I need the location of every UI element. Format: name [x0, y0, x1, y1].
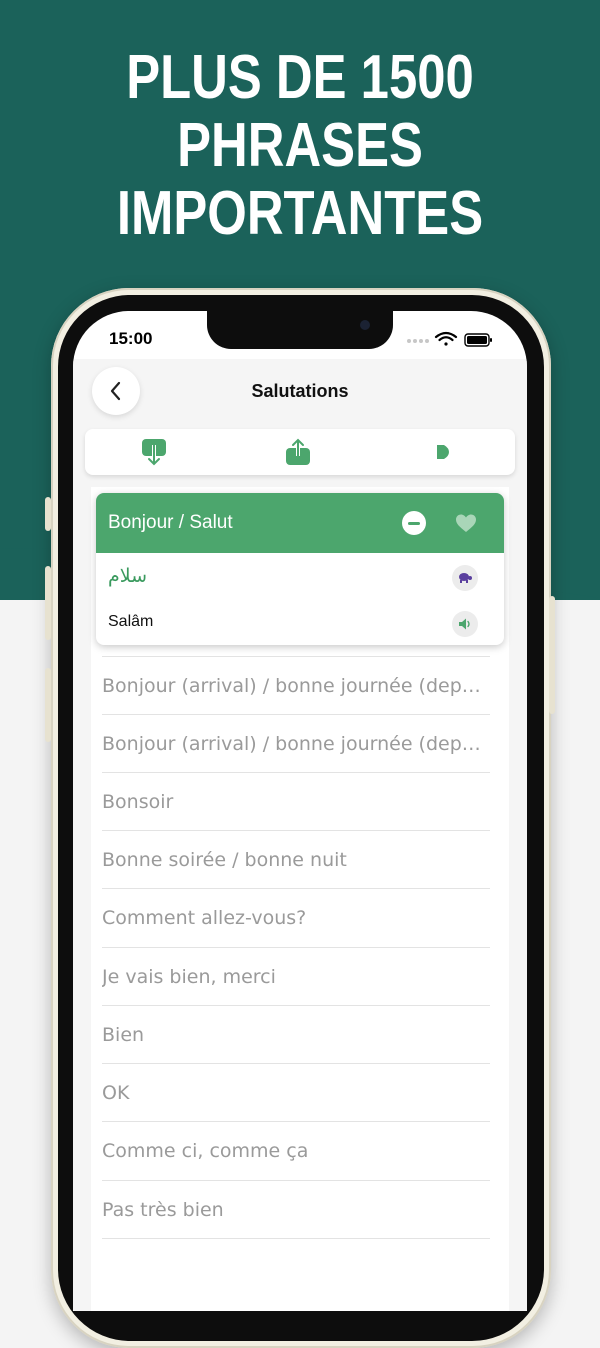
remove-icon — [408, 521, 420, 525]
play-button[interactable] — [427, 437, 457, 467]
phone-volume-down — [45, 668, 51, 742]
phone-volume-up — [45, 566, 51, 640]
phrase-row[interactable]: Bonne soirée / bonne nuit — [102, 830, 490, 889]
battery-icon — [464, 333, 492, 347]
transliteration: Salâm — [108, 613, 154, 630]
phrase-text: Bonne soirée / bonne nuit — [102, 849, 347, 871]
phrase-row[interactable]: Bien — [102, 1005, 490, 1064]
favorite-heart-icon[interactable] — [454, 511, 478, 535]
headline-line-1: PLUS DE 1500 — [126, 43, 474, 112]
page-title: Salutations — [251, 381, 349, 401]
notch — [207, 311, 393, 349]
phrase-text: Comment allez-vous? — [102, 907, 307, 929]
phone-power-button — [549, 596, 555, 714]
slow-audio-button[interactable] — [452, 565, 478, 591]
phrase-row[interactable]: Bonsoir — [102, 772, 490, 831]
wifi-icon — [434, 331, 458, 346]
slow-speed-turtle-icon — [459, 573, 472, 583]
signal-dots-icon — [407, 339, 429, 343]
phrase-text: Bonjour (arrival) / bonne journée (dep… — [102, 675, 481, 697]
play-audio-button[interactable] — [452, 611, 478, 637]
headline-line-3: IMPORTANTES — [116, 179, 484, 248]
status-icons — [403, 331, 503, 347]
phrase-text: Comme ci, comme ça — [102, 1140, 309, 1162]
phrase-row[interactable]: OK — [102, 1063, 490, 1122]
phrase-row[interactable]: Comment allez-vous? — [102, 888, 490, 947]
phrase-row[interactable]: Je vais bien, merci — [102, 947, 490, 1006]
phrase-text: OK — [102, 1082, 130, 1104]
download-icon — [142, 439, 166, 466]
phrase-row-divider — [102, 1238, 490, 1249]
status-time: 15:00 — [109, 329, 153, 348]
phrase-text: Bonsoir — [102, 791, 174, 813]
selected-phrase-header[interactable]: Bonjour / Salut — [96, 493, 504, 553]
phrase-text: Bonjour (arrival) / bonne journée (dep… — [102, 733, 481, 755]
speaker-icon — [459, 618, 470, 630]
phrase-row[interactable]: Comme ci, comme ça — [102, 1121, 490, 1180]
front-camera — [360, 320, 370, 330]
phrase-row[interactable]: Bonjour (arrival) / bonne journée (dep… — [102, 714, 490, 773]
download-button[interactable] — [139, 437, 169, 467]
phrase-row[interactable]: Bonjour (arrival) / bonne journée (dep… — [102, 656, 490, 715]
phrase-text: Pas très bien — [102, 1199, 224, 1221]
phrase-text: Je vais bien, merci — [102, 966, 276, 988]
phone-side-button — [45, 497, 51, 531]
remove-button[interactable] — [402, 511, 426, 535]
play-icon — [437, 445, 449, 459]
share-icon — [286, 438, 310, 465]
selected-phrase-card[interactable]: Bonjour / Salut سلام Salâm — [96, 493, 504, 645]
headline-line-2: PHRASES — [177, 111, 423, 180]
phone-screen: 15:00 Salutations Bonjour / Salut سلام S… — [73, 311, 527, 1311]
action-toolbar — [85, 429, 515, 475]
phrase-row[interactable]: Pas très bien — [102, 1180, 490, 1239]
share-button[interactable] — [283, 437, 313, 467]
arabic-phrase: سلام — [108, 565, 148, 587]
promo-headline: PLUS DE 1500 PHRASES IMPORTANTES — [54, 44, 546, 248]
phrase-text: Bien — [102, 1024, 145, 1046]
selected-phrase-french: Bonjour / Salut — [108, 512, 233, 533]
